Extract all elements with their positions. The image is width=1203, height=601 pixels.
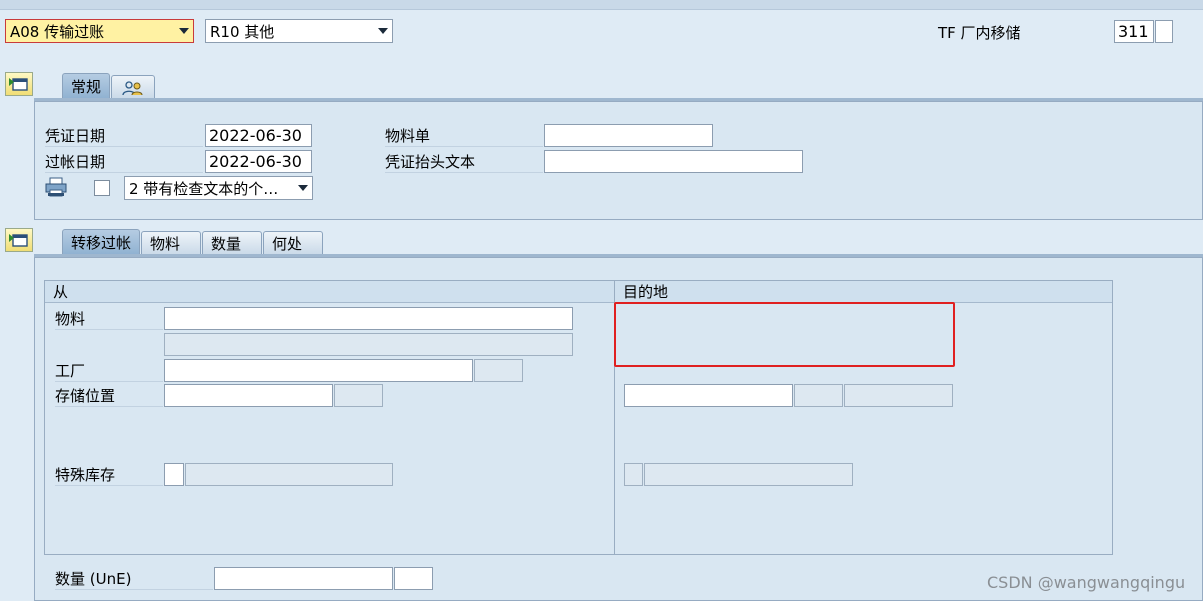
quantity-label: 数量 (UnE) xyxy=(55,568,213,590)
toggle-item-button[interactable] xyxy=(5,228,33,252)
from-storage-field[interactable] xyxy=(164,384,333,407)
header-text-label: 凭证抬头文本 xyxy=(385,151,543,173)
tab-quantity[interactable]: 数量 xyxy=(202,231,263,255)
item-tabbar: 转移过帐 物料 数量 何处 xyxy=(62,229,324,255)
tab-transfer-posting[interactable]: 转移过帐 xyxy=(62,229,141,255)
toggle-header-button[interactable] xyxy=(5,72,33,96)
to-storage-field[interactable] xyxy=(624,384,793,407)
movement-type-field[interactable]: 311 xyxy=(1114,20,1154,43)
from-special-stock-field[interactable] xyxy=(164,463,184,486)
from-storage-code-field xyxy=(334,384,383,407)
print-checkbox[interactable] xyxy=(94,180,110,196)
header-tabbar: 常规 xyxy=(62,73,156,99)
title-strip xyxy=(0,0,1203,10)
unit-field[interactable] xyxy=(394,567,433,590)
from-material-desc-field xyxy=(164,333,573,356)
doc-date-label: 凭证日期 xyxy=(45,125,203,147)
from-plant-code-field xyxy=(474,359,523,382)
material-slip-field[interactable] xyxy=(544,124,713,147)
from-plant-field[interactable] xyxy=(164,359,473,382)
movement-type-extra-field[interactable] xyxy=(1155,20,1173,43)
doc-date-field[interactable]: 2022-06-30 xyxy=(205,124,312,147)
tab-partner[interactable] xyxy=(111,75,156,99)
tab-where[interactable]: 何处 xyxy=(263,231,324,255)
from-special-stock-desc-field xyxy=(185,463,393,486)
material-slip-label: 物料单 xyxy=(385,125,543,147)
chevron-down-icon xyxy=(294,177,312,199)
from-material-field[interactable] xyxy=(164,307,573,330)
from-header: 从 xyxy=(45,281,614,303)
to-storage-code-field xyxy=(794,384,843,407)
to-special-stock-field xyxy=(624,463,643,486)
reference-select-value: R10 其他 xyxy=(210,22,275,41)
plant-label: 工厂 xyxy=(55,360,163,382)
post-date-field[interactable]: 2022-06-30 xyxy=(205,150,312,173)
expand-icon xyxy=(9,234,28,247)
tab-general[interactable]: 常规 xyxy=(62,73,111,99)
destination-header: 目的地 xyxy=(615,281,1112,303)
special-stock-label: 特殊库存 xyxy=(55,464,163,486)
storage-location-label: 存储位置 xyxy=(55,385,163,407)
to-storage-desc-field xyxy=(844,384,953,407)
watermark: CSDN @wangwangqingu xyxy=(987,573,1186,592)
chevron-down-icon xyxy=(175,20,193,42)
movement-type-label: TF 厂内移储 xyxy=(938,23,1021,42)
people-icon xyxy=(122,80,143,95)
reference-select[interactable]: R10 其他 xyxy=(205,19,393,43)
expand-icon xyxy=(9,78,28,91)
print-version-value: 2 带有检查文本的个… xyxy=(129,179,279,198)
chevron-down-icon xyxy=(374,20,392,42)
action-select[interactable]: A08 传输过账 xyxy=(5,19,194,43)
quantity-field[interactable] xyxy=(214,567,393,590)
printer-icon[interactable] xyxy=(44,177,68,197)
tab-material[interactable]: 物料 xyxy=(141,231,202,255)
action-select-value: A08 传输过账 xyxy=(10,22,105,41)
print-version-select[interactable]: 2 带有检查文本的个… xyxy=(124,176,313,200)
to-special-stock-desc-field xyxy=(644,463,853,486)
material-label: 物料 xyxy=(55,308,163,330)
header-text-field[interactable] xyxy=(544,150,803,173)
post-date-label: 过帐日期 xyxy=(45,151,203,173)
highlight-box xyxy=(614,302,955,367)
